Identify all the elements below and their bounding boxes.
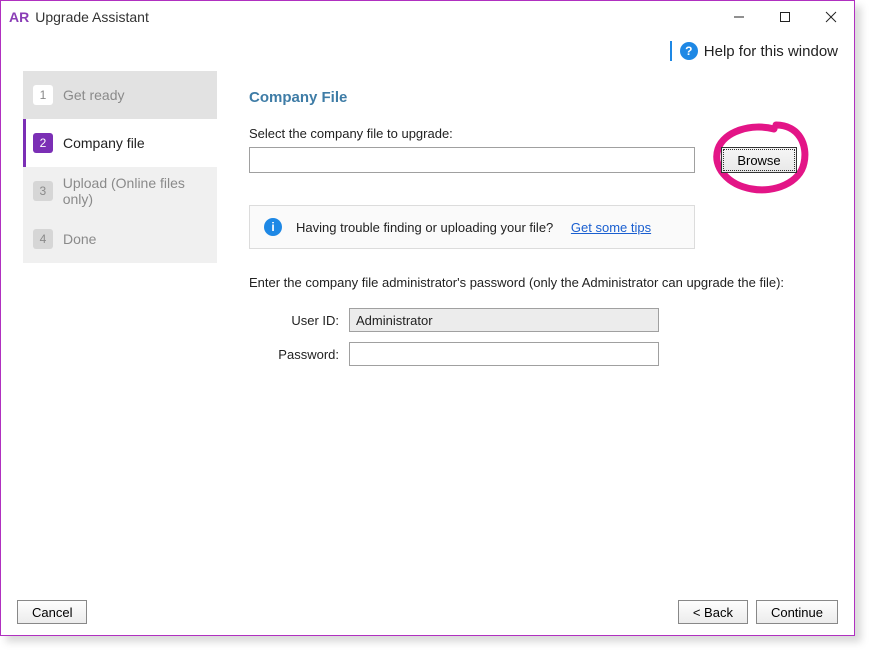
content-area: Company File Select the company file to … (217, 71, 854, 589)
step-number: 2 (33, 133, 53, 153)
info-text: Having trouble finding or uploading your… (296, 220, 553, 235)
window-controls (716, 1, 854, 33)
window-title: Upgrade Assistant (35, 9, 149, 25)
maximize-button[interactable] (762, 1, 808, 33)
cancel-button[interactable]: Cancel (17, 600, 87, 624)
get-tips-link[interactable]: Get some tips (571, 220, 651, 235)
upgrade-assistant-window: AR Upgrade Assistant ? Help for this win… (0, 0, 855, 636)
step-done[interactable]: 4 Done (23, 215, 217, 263)
password-label: Password: (249, 347, 339, 362)
step-label: Get ready (63, 87, 124, 103)
help-icon[interactable]: ? (680, 42, 698, 60)
help-row: ? Help for this window (1, 33, 854, 69)
wizard-sidebar: 1 Get ready 2 Company file 3 Upload (Onl… (1, 71, 217, 589)
password-instruction: Enter the company file administrator's p… (249, 275, 824, 290)
password-field[interactable] (349, 342, 659, 366)
company-file-input[interactable] (249, 147, 695, 173)
step-label: Upload (Online files only) (63, 175, 217, 207)
step-number: 3 (33, 181, 53, 201)
back-button[interactable]: < Back (678, 600, 748, 624)
help-separator (670, 41, 672, 61)
info-icon: i (264, 218, 282, 236)
step-upload[interactable]: 3 Upload (Online files only) (23, 167, 217, 215)
minimize-button[interactable] (716, 1, 762, 33)
footer: Cancel < Back Continue (1, 589, 854, 635)
user-id-label: User ID: (249, 313, 339, 328)
continue-button[interactable]: Continue (756, 600, 838, 624)
step-number: 4 (33, 229, 53, 249)
info-box: i Having trouble finding or uploading yo… (249, 205, 695, 249)
titlebar: AR Upgrade Assistant (1, 1, 854, 33)
close-button[interactable] (808, 1, 854, 33)
step-label: Company file (63, 135, 145, 151)
step-get-ready[interactable]: 1 Get ready (23, 71, 217, 119)
page-title: Company File (249, 89, 824, 106)
select-file-label: Select the company file to upgrade: (249, 126, 824, 141)
step-label: Done (63, 231, 96, 247)
step-number: 1 (33, 85, 53, 105)
help-link[interactable]: Help for this window (704, 43, 838, 60)
browse-button[interactable]: Browse (721, 147, 797, 173)
step-company-file[interactable]: 2 Company file (23, 119, 217, 167)
user-id-field (349, 308, 659, 332)
app-logo: AR (9, 9, 29, 25)
